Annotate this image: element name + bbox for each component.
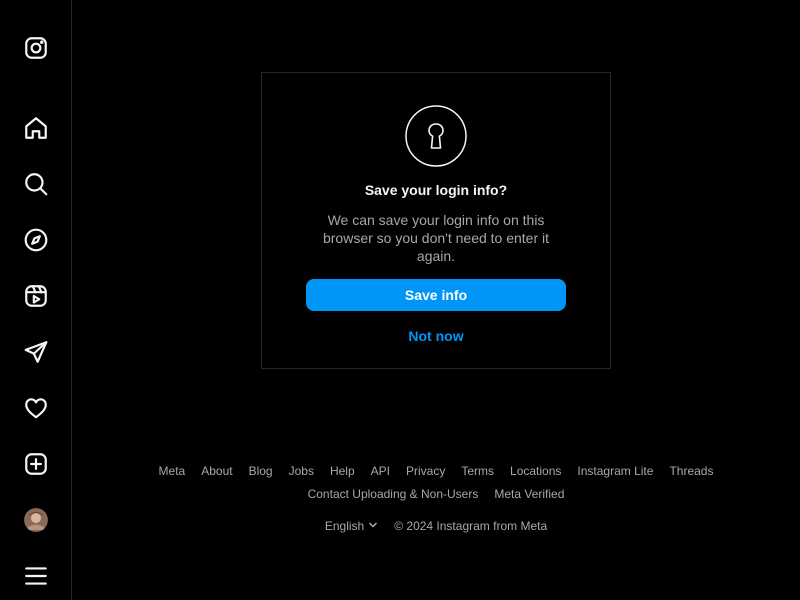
instagram-logo-icon[interactable] [22, 34, 50, 62]
footer-link-blog[interactable]: Blog [249, 464, 273, 482]
home-icon[interactable] [22, 114, 50, 142]
footer-link-contact-uploading[interactable]: Contact Uploading & Non-Users [308, 487, 479, 505]
create-icon[interactable] [22, 450, 50, 478]
footer-bottom: English © 2024 Instagram from Meta [72, 517, 800, 535]
keyhole-icon [405, 105, 467, 167]
messages-icon[interactable] [22, 338, 50, 366]
language-select[interactable]: English [325, 519, 378, 533]
footer-link-meta[interactable]: Meta [159, 464, 186, 482]
explore-icon[interactable] [22, 226, 50, 254]
sidebar-nav [0, 0, 72, 600]
main-content: Save your login info? We can save your l… [72, 0, 800, 600]
footer-link-privacy[interactable]: Privacy [406, 464, 445, 482]
language-label: English [324, 519, 365, 533]
chevron-down-icon [368, 519, 378, 533]
footer-link-about[interactable]: About [201, 464, 232, 482]
dialog-title: Save your login info? [364, 182, 508, 198]
save-login-dialog: Save your login info? We can save your l… [261, 72, 611, 369]
footer-link-help[interactable]: Help [330, 464, 355, 482]
notifications-icon[interactable] [22, 394, 50, 422]
not-now-button[interactable]: Not now [306, 325, 566, 347]
footer-links-row-2: Contact Uploading & Non-Users Meta Verif… [72, 487, 800, 505]
footer-link-locations[interactable]: Locations [510, 464, 561, 482]
footer-link-meta-verified[interactable]: Meta Verified [494, 487, 564, 505]
footer: Meta About Blog Jobs Help API Privacy Te… [72, 464, 800, 535]
profile-avatar[interactable] [24, 508, 48, 532]
menu-icon[interactable] [22, 562, 50, 590]
footer-links-row-1: Meta About Blog Jobs Help API Privacy Te… [72, 464, 800, 482]
dialog-description: We can save your login info on this brow… [322, 212, 550, 264]
reels-icon[interactable] [22, 282, 50, 310]
footer-link-instagram-lite[interactable]: Instagram Lite [577, 464, 653, 482]
footer-link-api[interactable]: API [371, 464, 390, 482]
copyright-text: © 2024 Instagram from Meta [394, 519, 548, 533]
search-icon[interactable] [22, 170, 50, 198]
footer-link-jobs[interactable]: Jobs [289, 464, 314, 482]
footer-link-terms[interactable]: Terms [461, 464, 494, 482]
save-info-button[interactable]: Save info [306, 279, 566, 311]
footer-link-threads[interactable]: Threads [669, 464, 713, 482]
